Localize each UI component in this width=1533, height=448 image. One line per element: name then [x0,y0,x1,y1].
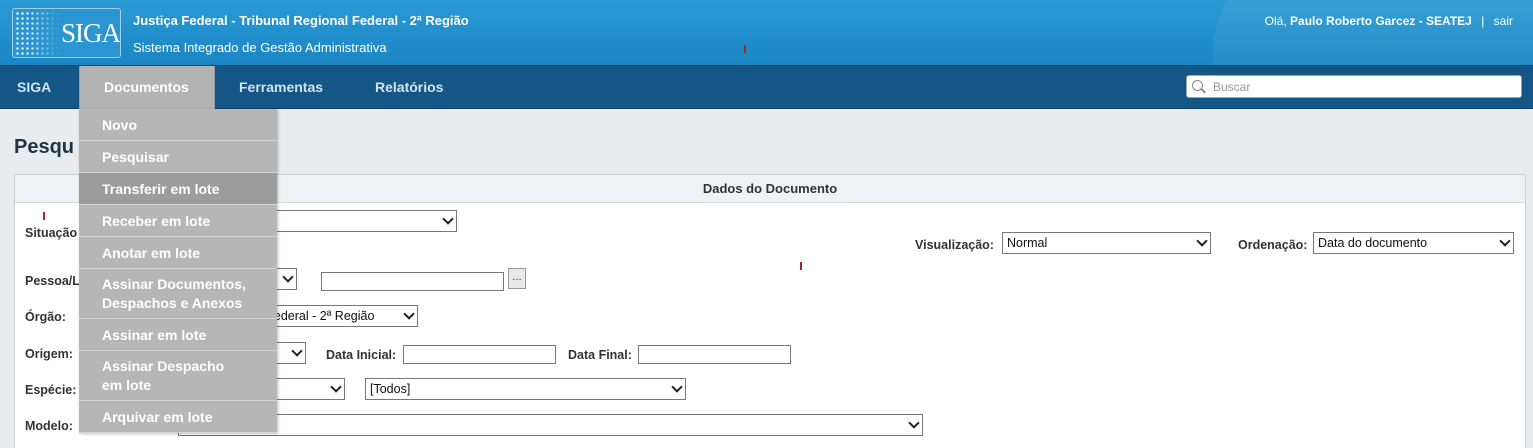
menu-item-line: Assinar Documentos, [102,276,246,292]
search-box[interactable] [1186,75,1522,98]
modelo-label: Modelo: [25,419,73,433]
origem-label: Origem: [25,347,73,361]
app-header: SIGA Justiça Federal - Tribunal Regional… [0,0,1533,65]
situacao-label: Situação [25,226,78,240]
separator: | [1481,14,1485,28]
ordenacao-label: Ordenação: [1238,238,1308,252]
chevron-down-icon [282,271,294,283]
situacao-select[interactable] [255,210,457,232]
marker [43,212,45,220]
visualizacao-value: Normal [1007,236,1048,250]
menu-item-assinar-despacho[interactable]: Assinar Despacho em lote [79,351,277,401]
modelo-select[interactable] [178,414,923,436]
menu-item-arquivar-em-lote[interactable]: Arquivar em lote [79,401,277,433]
menu-item-line: Despachos e Anexos [102,295,243,311]
main-nav: SIGA Documentos Ferramentas Relatórios [0,65,1533,109]
menu-item-anotar-em-lote[interactable]: Anotar em lote [79,237,277,269]
chevron-down-icon [1196,235,1208,247]
nav-item-siga[interactable]: SIGA [0,66,75,109]
menu-item-receber-em-lote[interactable]: Receber em lote [79,205,277,237]
chevron-down-icon [403,308,415,320]
menu-item-assinar-em-lote[interactable]: Assinar em lote [79,319,277,351]
documentos-dropdown-menu: Novo Pesquisar Transferir em lote Recebe… [79,109,277,433]
especie-sub-select[interactable]: [Todos] [365,378,686,400]
menu-item-line: em lote [102,377,152,393]
logout-link[interactable]: sair [1494,14,1513,28]
system-title: Sistema Integrado de Gestão Administrati… [133,40,387,55]
data-final-input[interactable] [638,345,791,364]
user-name: Paulo Roberto Garcez - SEATEJ [1290,14,1472,28]
pessoa-label: Pessoa/L [25,274,80,288]
header-decoration [1213,0,1533,65]
ordenacao-select[interactable]: Data do documento [1313,232,1514,254]
organization-title: Justiça Federal - Tribunal Regional Fede… [133,13,469,28]
pessoa-lookup-button[interactable]: ... [508,268,526,289]
orgao-select[interactable]: l Federal - 2ª Região [255,305,418,327]
data-inicial-input[interactable] [403,345,556,364]
menu-item-assinar-documentos[interactable]: Assinar Documentos, Despachos e Anexos [79,269,277,319]
menu-item-novo[interactable]: Novo [79,109,277,141]
user-area: Olá, Paulo Roberto Garcez - SEATEJ | sai… [1265,14,1513,28]
search-icon [1192,80,1203,91]
nav-item-relatorios[interactable]: Relatórios [351,66,467,109]
visualizacao-label: Visualização: [915,238,994,252]
marker [800,262,802,270]
data-inicial-label: Data Inicial: [326,348,397,362]
especie-label: Espécie: [25,383,77,397]
especie-sub-value: [Todos] [370,382,411,396]
nav-item-ferramentas[interactable]: Ferramentas [215,66,347,109]
nav-item-documentos[interactable]: Documentos [79,66,215,109]
logo-text: SIGA [61,18,121,48]
siga-logo[interactable]: SIGA [12,8,121,58]
chevron-down-icon [330,381,342,393]
greeting: Olá, [1264,14,1287,28]
pessoa-input[interactable] [321,272,504,291]
search-input[interactable] [1211,78,1511,96]
chevron-down-icon [1499,235,1511,247]
orgao-label: Órgão: [25,310,66,324]
orgao-value: l Federal - 2ª Região [260,309,375,323]
chevron-down-icon [908,417,920,429]
logo-dots-graphic [15,11,59,57]
chevron-down-icon [442,213,454,225]
chevron-down-icon [291,345,303,357]
page-title: Pesqu [14,136,75,158]
menu-item-transferir-em-lote[interactable]: Transferir em lote [79,173,277,205]
data-final-label: Data Final: [568,348,632,362]
menu-item-line: Assinar Despacho [102,358,225,374]
ordenacao-value: Data do documento [1318,236,1428,250]
visualizacao-select[interactable]: Normal [1002,232,1211,254]
marker [744,45,746,53]
menu-item-pesquisar[interactable]: Pesquisar [79,141,277,173]
chevron-down-icon [671,381,683,393]
